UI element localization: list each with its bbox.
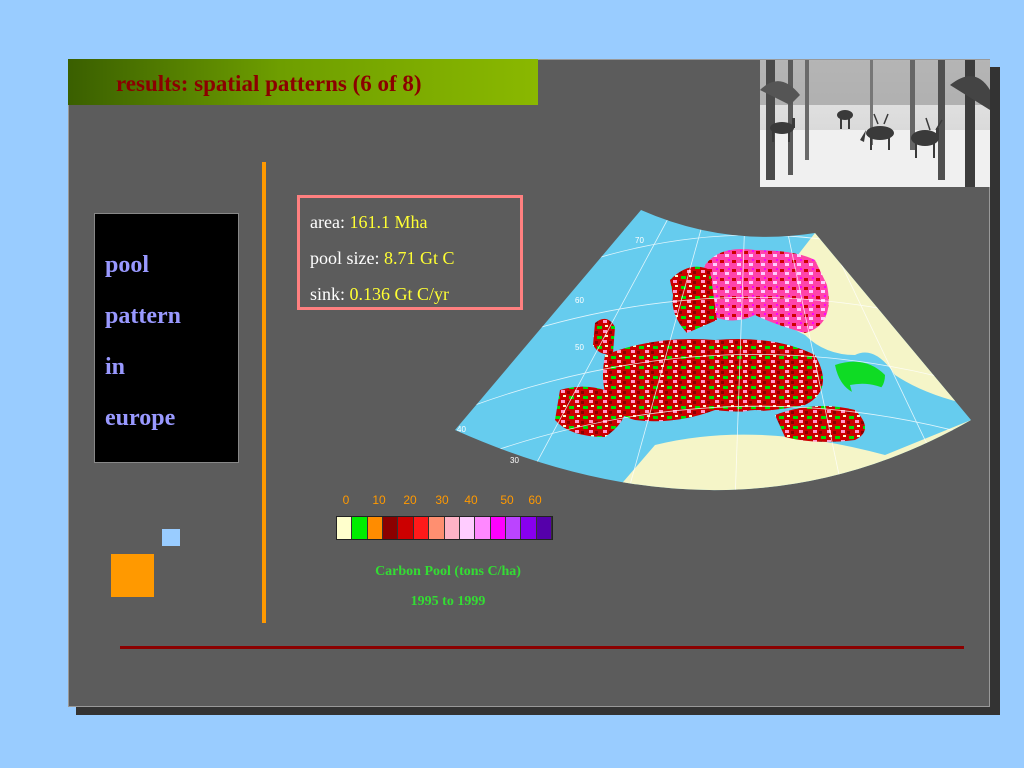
reindeer-photo <box>760 60 990 187</box>
legend-swatch <box>459 517 476 539</box>
lat-label: 60 <box>575 296 584 305</box>
legend-swatch <box>521 517 537 539</box>
legend-tick: 60 <box>528 493 542 507</box>
topic-line: pattern <box>105 303 181 329</box>
legend-tick: 40 <box>464 493 478 507</box>
legend-swatch <box>413 517 430 539</box>
legend-tick: 10 <box>372 493 386 507</box>
legend-period: 1995 to 1999 <box>410 594 486 609</box>
legend-swatch <box>429 517 445 539</box>
stat-value: 8.71 Gt C <box>384 248 455 268</box>
lat-label: 40 <box>457 425 466 434</box>
legend-tick: 0 <box>342 493 350 507</box>
lat-label: 70 <box>635 236 644 245</box>
legend-color-bar <box>336 516 553 540</box>
legend-tick: 50 <box>500 493 514 507</box>
horizontal-divider <box>120 646 964 649</box>
legend-caption: Carbon Pool (tons C/ha) <box>375 564 521 579</box>
slide-title: results: spatial patterns (6 of 8) <box>116 71 422 96</box>
lat-label: 50 <box>575 343 584 352</box>
legend-swatch <box>444 517 460 539</box>
stat-label: pool size: <box>310 248 384 268</box>
legend-swatch <box>536 517 553 539</box>
stat-value: 161.1 Mha <box>349 212 428 232</box>
stat-value: 0.136 Gt C/yr <box>349 284 450 304</box>
legend-tick: 20 <box>403 493 417 507</box>
stat-label: sink: <box>310 284 350 304</box>
legend-swatch <box>337 517 353 539</box>
legend-swatch <box>383 517 399 539</box>
topic-line: europe <box>105 405 176 431</box>
topic-line: in <box>105 354 126 380</box>
title-bar: results: spatial patterns (6 of 8) <box>68 59 538 105</box>
legend-swatch <box>505 517 522 539</box>
legend-swatch <box>398 517 414 539</box>
topic-box: pool pattern in europe <box>94 213 239 463</box>
legend-swatch <box>352 517 368 539</box>
decorative-small-square <box>162 529 180 546</box>
stat-label: area: <box>310 212 350 232</box>
topic-line: pool <box>105 252 150 278</box>
legend-swatch <box>475 517 491 539</box>
legend-tick: 30 <box>435 493 449 507</box>
decorative-large-square <box>111 554 154 597</box>
legend-swatch <box>490 517 506 539</box>
legend-swatch <box>367 517 384 539</box>
europe-carbon-map: 70 60 50 40 30 <box>455 205 971 503</box>
lat-label: 30 <box>510 456 519 465</box>
legend-tick-labels: 0 10 20 30 40 50 60 <box>336 493 556 509</box>
vertical-divider <box>262 162 266 623</box>
map-sea-black <box>735 410 775 429</box>
